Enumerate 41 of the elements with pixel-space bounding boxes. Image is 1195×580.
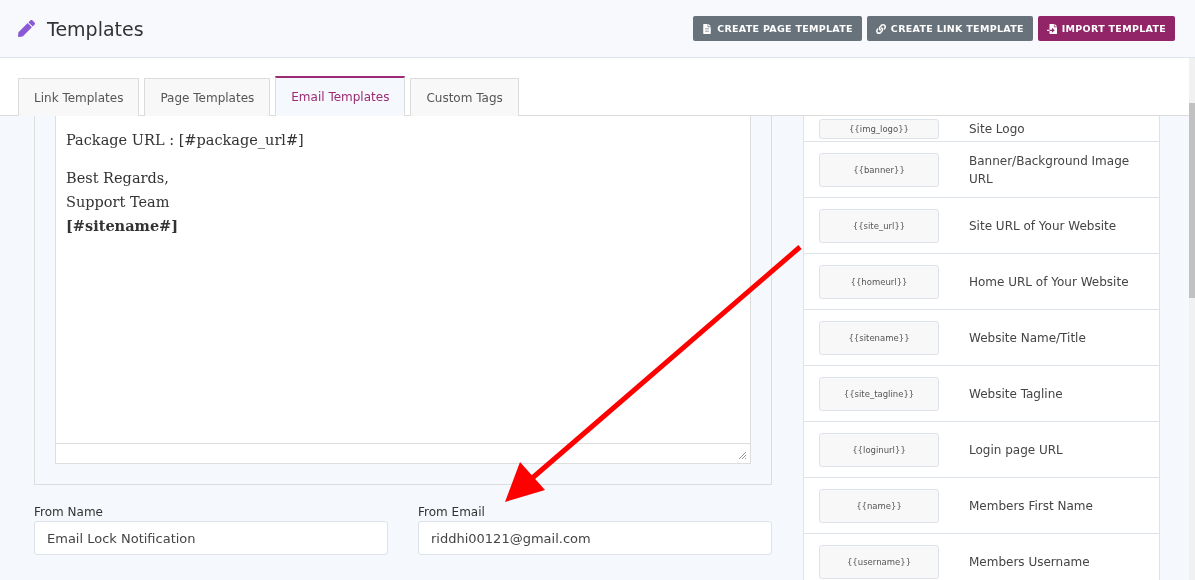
tag-description: Members First Name [969,497,1094,515]
tag-code[interactable]: {{img_logo}} [819,118,939,139]
text-input[interactable]: riddhi00121@gmail.com [418,521,772,555]
email-editor[interactable]: Package URL : [#package_url#] Best Regards, Support Team [#sitename#] [55,116,751,464]
tag-code[interactable]: {{loginurl}} [819,432,939,467]
tag-description: Website Tagline [969,385,1064,403]
tab[interactable]: Custom Tags [410,78,519,116]
tag-code[interactable]: {{name}} [819,488,939,523]
tag-code[interactable]: {{homeurl}} [819,264,939,299]
tag-description: Members Username [969,553,1091,571]
header-button[interactable]: CREATE PAGE TEMPLATE [693,16,862,41]
field-label: From Name [34,505,104,519]
tab[interactable]: Link Templates [18,78,140,116]
resize-handle-icon[interactable] [738,451,747,460]
tag-code[interactable]: {{banner}} [819,152,939,187]
tag-description: Home URL of Your Website [969,273,1130,291]
editor-text: Support Team [66,193,171,212]
tag-code[interactable]: {{site_tagline}} [819,376,939,411]
tab[interactable]: Page Templates [144,78,271,116]
header-button[interactable]: CREATE LINK TEMPLATE [866,16,1033,41]
editor-text: [#sitename#] [66,216,180,236]
link-icon [875,23,886,34]
tag-description: Website Name/Title [969,329,1087,347]
file-icon [702,23,713,34]
tag-description: Banner/Background Image URL [969,152,1131,188]
scrollbar[interactable] [1189,58,1195,580]
tag-description: Login page URL [969,441,1064,459]
tag-description: Site URL of Your Website [969,217,1118,235]
tag-code[interactable]: {{username}} [819,544,939,579]
header-button[interactable]: IMPORT TEMPLATE [1037,16,1175,41]
editor-text: Best Regards, [66,169,170,188]
tag-code[interactable]: {{site_url}} [819,208,939,243]
page-title: Templates [47,17,145,40]
text-input[interactable]: Email Lock Notification [34,521,388,555]
field-label: From Email [418,505,486,519]
import-icon [1046,23,1057,34]
tag-description: Site Logo [969,120,1026,138]
editor-text: Package URL : [#package_url#] [66,131,305,151]
tab[interactable]: Email Templates [275,76,406,116]
pencil-icon [18,20,35,37]
tag-code[interactable]: {{sitename}} [819,320,939,355]
